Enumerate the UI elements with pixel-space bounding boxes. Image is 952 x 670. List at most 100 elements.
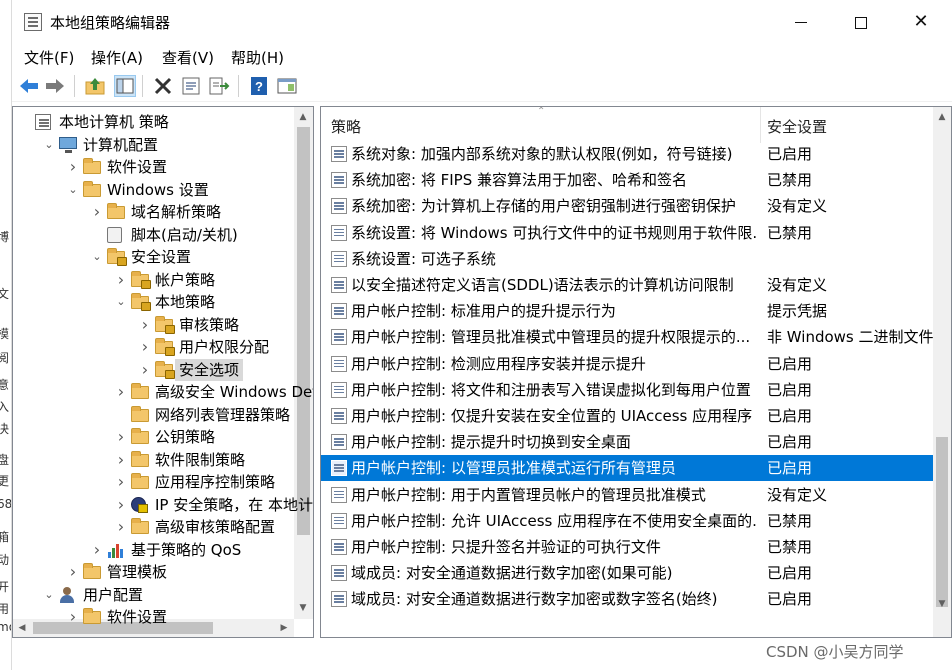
policy-security-setting: 已启用 xyxy=(767,145,813,163)
column-divider[interactable] xyxy=(760,107,761,143)
up-one-level-button[interactable] xyxy=(84,75,106,97)
menu-help[interactable]: 帮助(H) xyxy=(231,47,284,68)
policy-row[interactable]: 系统加密: 将 FIPS 兼容算法用于加密、哈希和签名 已禁用 xyxy=(321,167,933,193)
show-tree-icon xyxy=(116,78,134,94)
policy-security-setting: 提示凭据 xyxy=(767,302,828,321)
collapse-chevron-icon[interactable]: ⌄ xyxy=(43,584,55,606)
expand-chevron-icon[interactable]: › xyxy=(139,314,151,336)
properties-button[interactable] xyxy=(180,75,202,97)
tree-node[interactable]: ⌄ 安全设置 xyxy=(13,246,294,268)
collapse-chevron-icon[interactable]: ⌄ xyxy=(67,179,79,201)
tree-node[interactable]: › IP 安全策略，在 本地计 xyxy=(13,494,313,516)
tree-node[interactable]: › 高级审核策略配置 xyxy=(13,516,294,538)
secure-folder-icon xyxy=(155,360,175,379)
policy-name: 用户帐户控制: 用于内置管理员帐户的管理员批准模式 xyxy=(351,485,706,504)
expand-chevron-icon[interactable]: › xyxy=(67,156,79,178)
back-button[interactable] xyxy=(18,75,40,97)
menu-file[interactable]: 文件(F) xyxy=(24,47,74,68)
console-tree-pane[interactable]: ▲ ▼ ◀ ▶ 本地计算机 策略 ⌄ 计算机配置 › 软件设置 ⌄ Windows 设置 › 域… xyxy=(12,106,314,638)
expand-chevron-icon[interactable]: › xyxy=(115,381,127,403)
column-header-policy[interactable]: 策略 xyxy=(331,116,361,137)
expand-chevron-icon[interactable]: › xyxy=(115,269,127,291)
policy-row[interactable]: 系统对象: 加强内部系统对象的默认权限(例如，符号链接) 已启用 xyxy=(321,141,933,167)
policy-row[interactable]: 系统设置: 将 Windows 可执行文件中的证书规则用于软件限... 已禁用 xyxy=(321,220,933,246)
tree-scroll-thumb[interactable] xyxy=(297,127,310,535)
policy-row[interactable]: 用户帐户控制: 允许 UIAccess 应用程序在不使用安全桌面的... 已禁用 xyxy=(321,508,933,534)
policy-row[interactable]: 用户帐户控制: 提示提升时切换到安全桌面 已启用 xyxy=(321,429,933,455)
tree-node[interactable]: › 帐户策略 xyxy=(13,269,294,291)
view-pane-button[interactable] xyxy=(276,75,298,97)
show-hide-tree-button[interactable] xyxy=(114,75,136,97)
policy-row[interactable]: 域成员: 对安全通道数据进行数字加密或数字签名(始终) 已启用 xyxy=(321,586,933,612)
policy-row[interactable]: 用户帐户控制: 用于内置管理员帐户的管理员批准模式 没有定义 xyxy=(321,482,933,508)
close-button[interactable]: ✕ xyxy=(892,0,950,44)
bar-chart-icon-bar xyxy=(112,547,115,558)
forward-button[interactable] xyxy=(44,75,66,97)
column-header-security-setting[interactable]: 安全设置 xyxy=(767,116,827,137)
minimize-button[interactable] xyxy=(772,0,830,44)
policy-row[interactable]: 用户帐户控制: 检测应用程序安装并提示提升 已启用 xyxy=(321,351,933,377)
policy-setting-icon xyxy=(331,329,347,346)
tree-node[interactable]: ⌄ 本地策略 xyxy=(13,291,294,313)
policy-row[interactable]: 系统加密: 为计算机上存储的用户密钥强制进行强密钥保护 没有定义 xyxy=(321,193,933,219)
policy-row[interactable]: 用户帐户控制: 管理员批准模式中管理员的提升权限提示的... 非 Windows … xyxy=(321,324,933,350)
export-list-button[interactable] xyxy=(208,75,230,97)
delete-button[interactable] xyxy=(152,75,174,97)
policy-row[interactable]: 域成员: 对安全通道数据进行数字加密(如果可能) 已启用 xyxy=(321,560,933,586)
expand-chevron-icon[interactable]: › xyxy=(115,449,127,471)
menu-view[interactable]: 查看(V) xyxy=(162,47,214,68)
collapse-chevron-icon[interactable]: ⌄ xyxy=(115,291,127,313)
tree-node[interactable]: ⌄ 用户配置 xyxy=(13,584,294,606)
tree-node[interactable]: › 审核策略 xyxy=(13,314,294,336)
scroll-down-icon[interactable]: ▼ xyxy=(296,601,310,615)
help-button[interactable]: ? xyxy=(248,75,270,97)
tree-node[interactable]: › 管理模板 xyxy=(13,561,294,583)
tree-node[interactable]: › 高级安全 Windows Def xyxy=(13,381,313,403)
expand-chevron-icon[interactable]: › xyxy=(91,539,103,561)
tree-vertical-scrollbar[interactable]: ▲ ▼ xyxy=(294,107,313,619)
policy-row[interactable]: 用户帐户控制: 仅提升安装在安全位置的 UIAccess 应用程序 已启用 xyxy=(321,403,933,429)
tree-node-label: 高级审核策略配置 xyxy=(155,518,276,536)
tree-node[interactable]: 本地计算机 策略 xyxy=(13,111,294,133)
list-scroll-thumb[interactable] xyxy=(936,437,948,607)
expand-chevron-icon[interactable]: › xyxy=(139,359,151,381)
scroll-up-icon[interactable]: ▲ xyxy=(296,110,310,124)
maximize-button[interactable] xyxy=(832,0,890,44)
expand-chevron-icon[interactable]: › xyxy=(115,516,127,538)
tree-node[interactable]: › 用户权限分配 xyxy=(13,336,294,358)
scroll-down-icon[interactable]: ▼ xyxy=(935,597,949,611)
toolbar-separator xyxy=(238,75,239,97)
expand-chevron-icon[interactable]: › xyxy=(67,606,79,628)
list-vertical-scrollbar[interactable]: ▲ ▼ xyxy=(933,107,951,637)
policy-row[interactable]: 用户帐户控制: 以管理员批准模式运行所有管理员 已启用 xyxy=(321,455,933,482)
scroll-up-icon[interactable]: ▲ xyxy=(935,110,949,124)
tree-node[interactable]: › 域名解析策略 xyxy=(13,201,294,223)
bar-chart-icon-bar xyxy=(116,543,119,558)
tree-node[interactable]: › 应用程序控制策略 xyxy=(13,471,294,493)
policy-list-pane[interactable]: ⌃ 策略 安全设置 ▲ ▼ 系统对象: 加强内部系统对象的默认权限(例如，符号链… xyxy=(320,106,952,638)
expand-chevron-icon[interactable]: › xyxy=(115,494,127,516)
collapse-chevron-icon[interactable]: ⌄ xyxy=(43,134,55,156)
policy-row[interactable]: 以安全描述符定义语言(SDDL)语法表示的计算机访问限制 没有定义 xyxy=(321,272,933,298)
expand-chevron-icon[interactable]: › xyxy=(115,426,127,448)
tree-node[interactable]: ⌄ 计算机配置 xyxy=(13,134,294,156)
policy-row[interactable]: 用户帐户控制: 标准用户的提升提示行为 提示凭据 xyxy=(321,298,933,324)
policy-row[interactable]: 用户帐户控制: 只提升签名并验证的可执行文件 已禁用 xyxy=(321,534,933,560)
expand-chevron-icon[interactable]: › xyxy=(67,561,79,583)
expand-chevron-icon[interactable]: › xyxy=(91,201,103,223)
tree-node[interactable]: › 安全选项 xyxy=(13,358,294,381)
tree-node[interactable]: › 软件设置 xyxy=(13,606,294,628)
expand-chevron-icon[interactable]: › xyxy=(115,471,127,493)
tree-node[interactable]: › 基于策略的 QoS xyxy=(13,539,294,561)
policy-row[interactable]: 用户帐户控制: 将文件和注册表写入错误虚拟化到每用户位置 已启用 xyxy=(321,377,933,403)
tree-node[interactable]: 脚本(启动/关机) xyxy=(13,224,294,246)
menu-action[interactable]: 操作(A) xyxy=(91,47,143,68)
tree-node[interactable]: ⌄ Windows 设置 xyxy=(13,179,294,201)
tree-node[interactable]: › 软件限制策略 xyxy=(13,449,294,471)
tree-node[interactable]: › 公钥策略 xyxy=(13,426,294,448)
tree-node[interactable]: 网络列表管理器策略 xyxy=(13,404,294,426)
expand-chevron-icon[interactable]: › xyxy=(139,336,151,358)
tree-node[interactable]: › 软件设置 xyxy=(13,156,294,178)
policy-row[interactable]: 系统设置: 可选子系统 xyxy=(321,246,933,272)
collapse-chevron-icon[interactable]: ⌄ xyxy=(91,246,103,268)
